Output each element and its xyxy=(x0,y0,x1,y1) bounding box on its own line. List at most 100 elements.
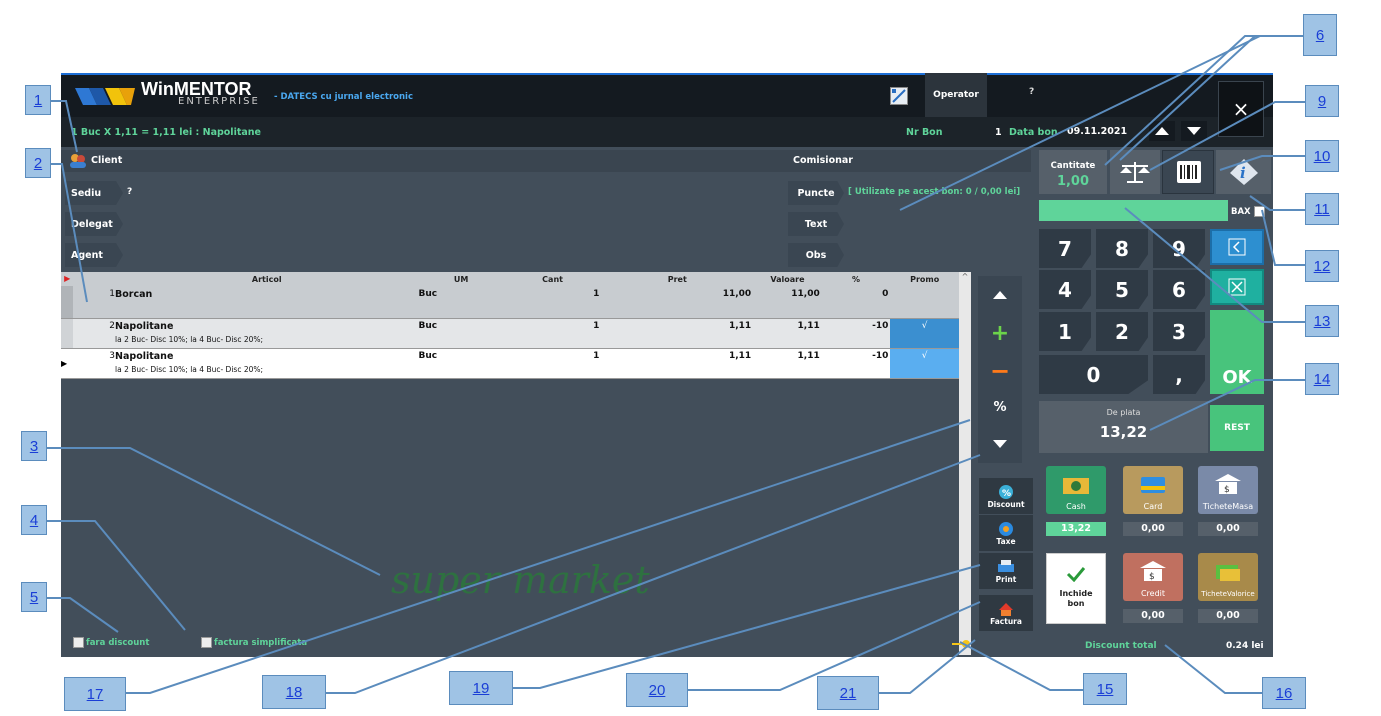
callout-6[interactable]: 6 xyxy=(1303,14,1337,56)
ok-button[interactable]: OK xyxy=(1210,310,1264,394)
scale-icon xyxy=(1120,162,1150,183)
cantitate-value: 1,00 xyxy=(1056,174,1090,189)
grid-scrollbar[interactable]: ^ xyxy=(959,272,971,655)
key-1[interactable]: 1 xyxy=(1039,312,1091,351)
discount-button[interactable]: % Discount xyxy=(979,478,1033,514)
col-cant[interactable]: Cant xyxy=(504,272,602,286)
key-7[interactable]: 7 xyxy=(1039,229,1091,268)
tichete-masa-button[interactable]: $ TicheteMasa xyxy=(1198,466,1258,514)
col-um[interactable]: UM xyxy=(419,272,504,286)
callout-20[interactable]: 20 xyxy=(626,673,688,707)
cantitate-box[interactable]: Cantitate 1,00 xyxy=(1039,150,1107,194)
col-articol[interactable]: Articol xyxy=(115,272,418,286)
callout-12[interactable]: 12 xyxy=(1305,250,1339,282)
agent-button[interactable]: Agent xyxy=(65,243,123,267)
client-label: Client xyxy=(91,155,123,166)
callout-2[interactable]: 2 xyxy=(25,148,51,178)
items-table: ▶ Articol UM Cant Pret Valoare % Promo 1… xyxy=(61,272,959,379)
key-comma[interactable]: , xyxy=(1153,355,1205,394)
date-down-button[interactable] xyxy=(1181,121,1207,141)
callout-10[interactable]: 10 xyxy=(1305,140,1339,172)
barcode-input[interactable] xyxy=(1039,200,1228,221)
client-bar[interactable]: Client Comisionar xyxy=(61,150,1031,172)
key-3[interactable]: 3 xyxy=(1153,312,1205,351)
de-plata-box: De plata 13,22 xyxy=(1039,401,1208,453)
rest-button[interactable]: REST xyxy=(1210,405,1264,451)
text-button[interactable]: Text xyxy=(788,212,844,236)
printer-icon xyxy=(998,559,1014,572)
scale-button[interactable] xyxy=(1110,150,1160,194)
sediu-button[interactable]: Sediu xyxy=(65,181,123,205)
callout-16[interactable]: 16 xyxy=(1262,677,1306,709)
puncte-button[interactable]: Puncte xyxy=(788,181,844,205)
delegat-button[interactable]: Delegat xyxy=(65,212,123,236)
obs-button[interactable]: Obs xyxy=(788,243,844,267)
key-9[interactable]: 9 xyxy=(1153,229,1205,268)
move-down-button[interactable] xyxy=(978,425,1022,463)
svg-text:i: i xyxy=(1240,164,1246,182)
key-2[interactable]: 2 xyxy=(1096,312,1148,351)
info-button[interactable]: i xyxy=(1216,150,1271,194)
callout-21[interactable]: 21 xyxy=(817,676,879,710)
col-promo[interactable]: Promo xyxy=(890,272,959,286)
factura-simplificata-checkbox[interactable]: factura simplificata xyxy=(201,637,307,648)
close-button[interactable]: × xyxy=(1218,81,1264,137)
col-valoare[interactable]: Valoare xyxy=(753,272,822,286)
bax-checkbox[interactable]: BAX xyxy=(1231,206,1267,217)
key-5[interactable]: 5 xyxy=(1096,270,1148,309)
barcode-button[interactable] xyxy=(1162,150,1214,194)
callout-19[interactable]: 19 xyxy=(449,671,513,705)
scroll-up-icon[interactable]: ^ xyxy=(959,272,971,281)
factura-button[interactable]: Factura xyxy=(979,595,1033,631)
edit-icon[interactable] xyxy=(890,87,908,105)
key-8[interactable]: 8 xyxy=(1096,229,1148,268)
arrow-down-icon xyxy=(993,440,1007,448)
minus-button[interactable]: − xyxy=(978,352,1022,390)
callout-4[interactable]: 4 xyxy=(21,505,47,535)
callout-11[interactable]: 11 xyxy=(1305,193,1339,225)
callout-13[interactable]: 13 xyxy=(1305,305,1339,337)
table-row[interactable]: 2 Napolitane la 2 Buc- Disc 10%; la 4 Buc… xyxy=(61,318,959,348)
table-row[interactable]: 1 Borcan Buc 1 11,00 11,00 0 xyxy=(61,286,959,318)
percent-button[interactable]: % xyxy=(978,388,1022,426)
key-4[interactable]: 4 xyxy=(1039,270,1091,309)
operator-button[interactable]: Operator xyxy=(925,73,987,117)
callout-15[interactable]: 15 xyxy=(1083,673,1127,705)
col-pct[interactable]: % xyxy=(822,272,891,286)
callout-9[interactable]: 9 xyxy=(1305,85,1339,117)
callout-14[interactable]: 14 xyxy=(1305,363,1339,395)
callout-17[interactable]: 17 xyxy=(64,677,126,711)
discount-icon: % xyxy=(999,484,1013,499)
factura-icon xyxy=(999,602,1013,616)
plus-button[interactable]: + xyxy=(978,314,1022,352)
promo-check: √ xyxy=(890,318,959,348)
key-6[interactable]: 6 xyxy=(1153,270,1205,309)
callout-18[interactable]: 18 xyxy=(262,675,326,709)
cash-value: 13,22 xyxy=(1046,522,1106,536)
inchide-bon-button[interactable]: Inchide bon xyxy=(1046,553,1106,624)
key-0[interactable]: 0 xyxy=(1039,355,1148,394)
check-icon xyxy=(1066,567,1086,583)
callout-1[interactable]: 1 xyxy=(25,85,51,115)
date-up-button[interactable] xyxy=(1149,121,1175,141)
move-up-button[interactable] xyxy=(978,276,1022,314)
taxe-button[interactable]: Taxe xyxy=(979,515,1033,551)
callout-5[interactable]: 5 xyxy=(21,582,47,612)
tichete-valorice-button[interactable]: TicheteValorice xyxy=(1198,553,1258,601)
app-subtitle: - DATECS cu jurnal electronic xyxy=(274,92,413,102)
card-button[interactable]: Card xyxy=(1123,466,1183,514)
callout-3[interactable]: 3 xyxy=(21,431,47,461)
svg-text:$: $ xyxy=(1149,572,1155,582)
credit-button[interactable]: $ Credit xyxy=(1123,553,1183,601)
cash-button[interactable]: Cash xyxy=(1046,466,1106,514)
backspace-button[interactable] xyxy=(1210,229,1264,265)
bank-icon: $ xyxy=(1215,474,1241,495)
print-button[interactable]: Print xyxy=(979,553,1033,589)
comisionar-label[interactable]: Comisionar xyxy=(793,155,853,166)
clear-button[interactable] xyxy=(1210,269,1264,305)
fara-discount-checkbox[interactable]: fara discount xyxy=(73,637,149,648)
col-pret[interactable]: Pret xyxy=(601,272,753,286)
sediu-value: ? xyxy=(127,187,133,197)
help-button[interactable]: ? xyxy=(1029,87,1034,97)
table-row[interactable]: ▶ 3 Napolitane la 2 Buc- Disc 10%; la 4 B… xyxy=(61,348,959,378)
